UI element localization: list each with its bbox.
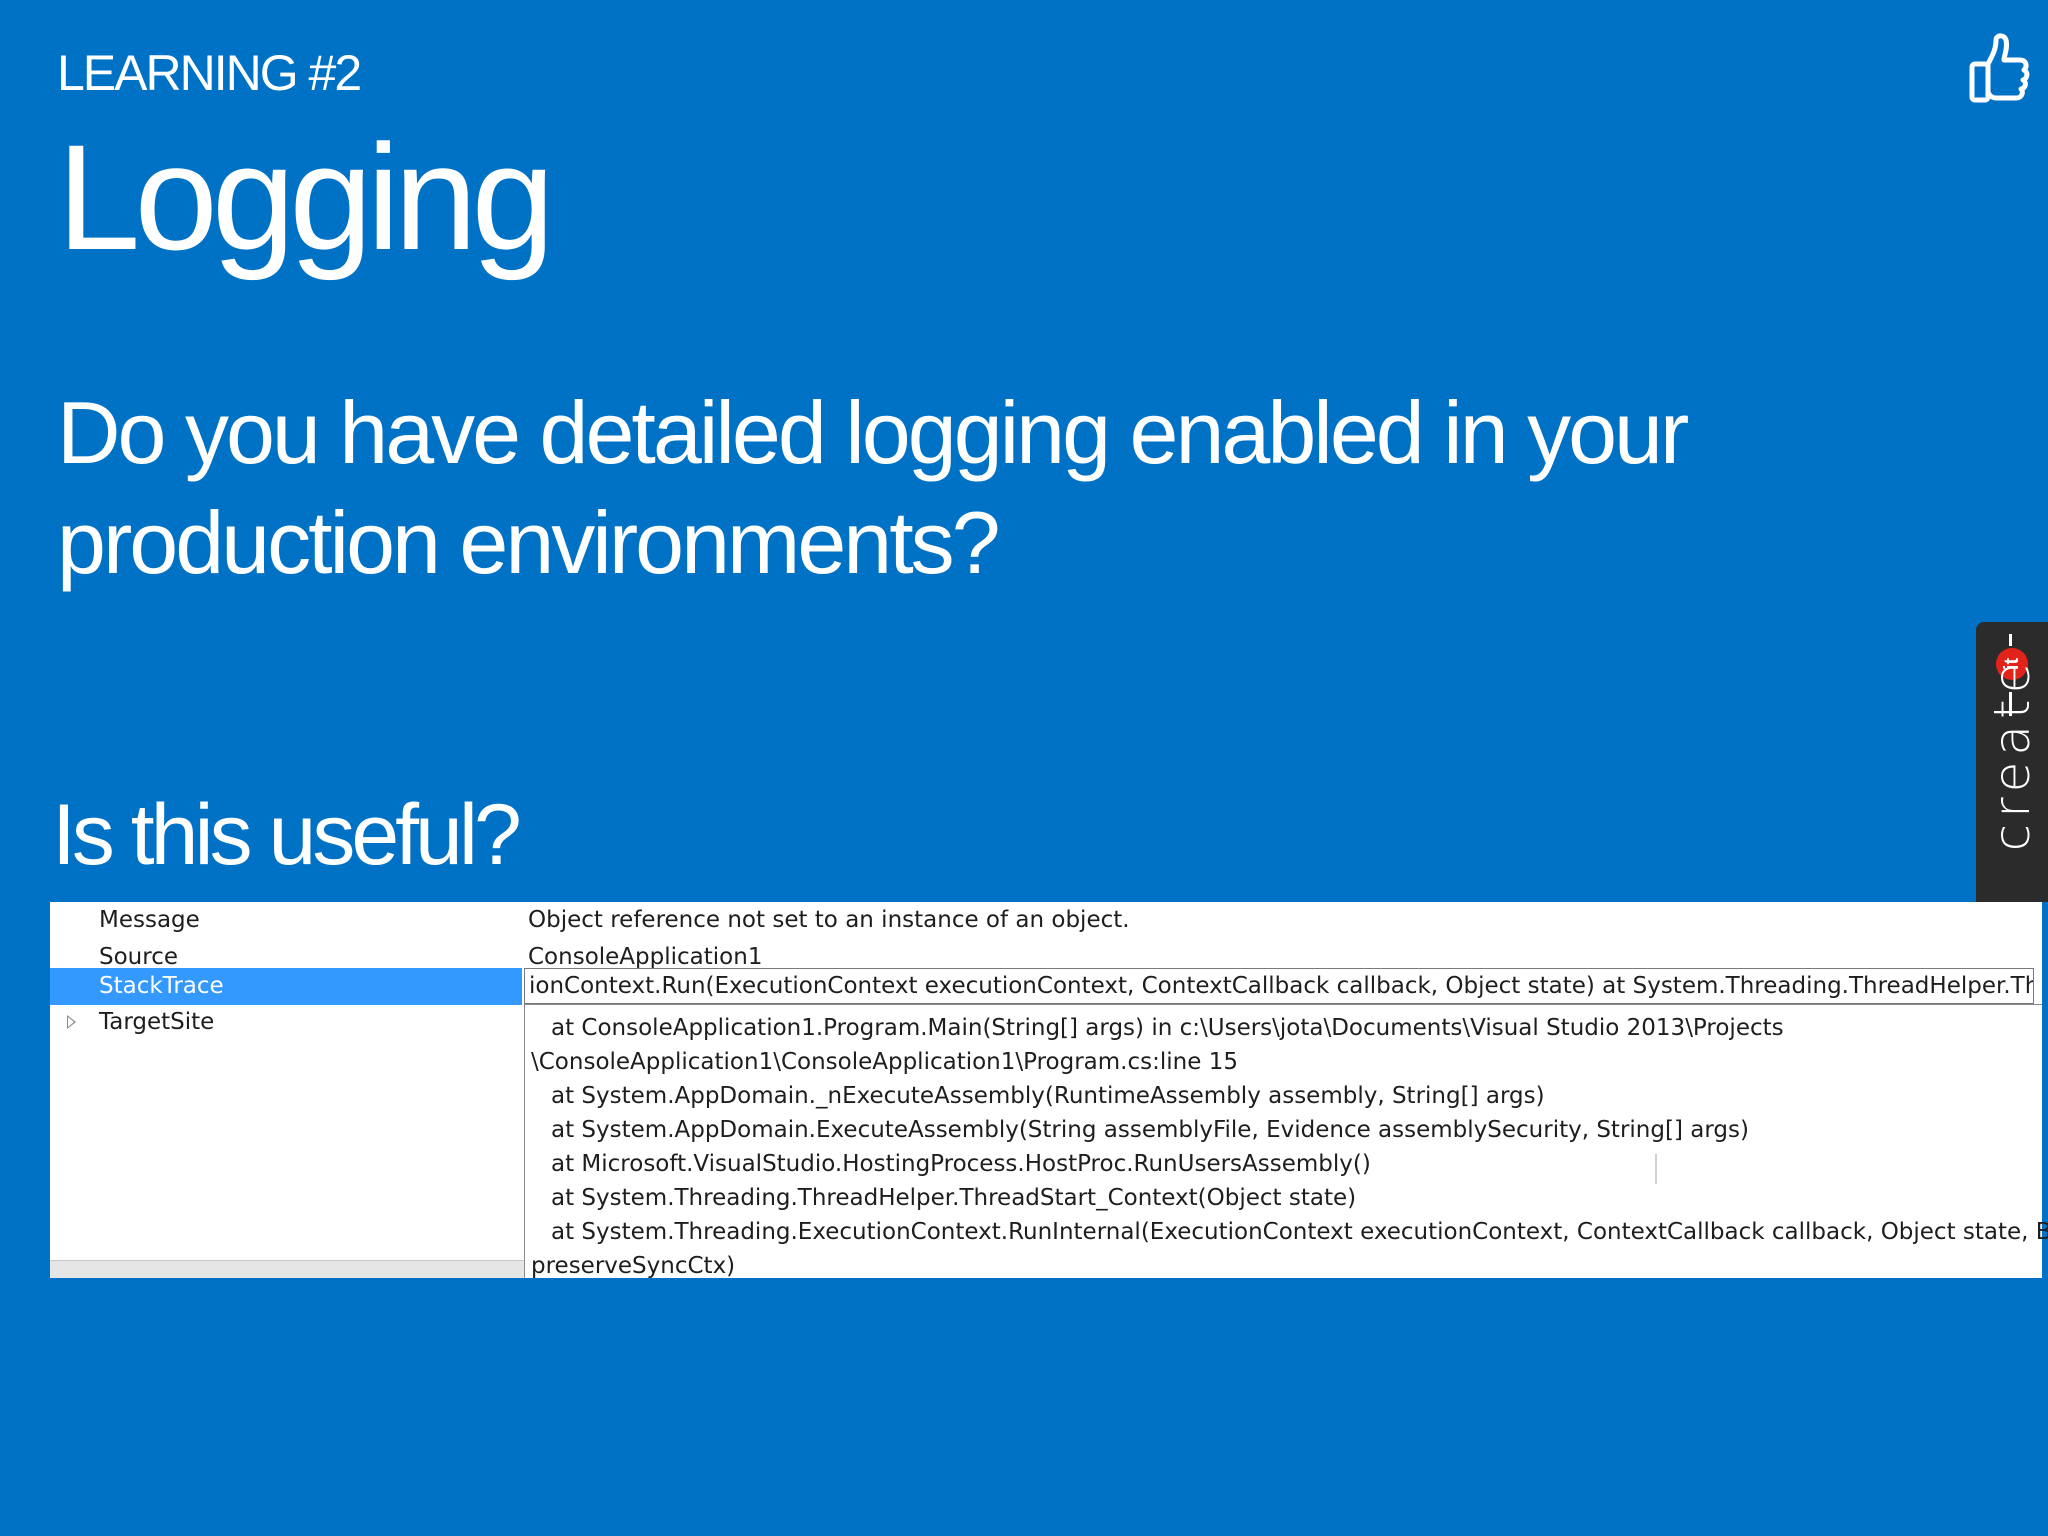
stacktrace-line: at System.Threading.ExecutionContext.Run… xyxy=(551,1219,2048,1245)
stacktrace-line: \ConsoleApplication1\ConsoleApplication1… xyxy=(531,1049,1238,1075)
stacktrace-line: at ConsoleApplication1.Program.Main(Stri… xyxy=(551,1015,1784,1041)
property-value: Object reference not set to an instance … xyxy=(528,907,1130,933)
property-grid-footer xyxy=(50,1260,524,1278)
brand-tab: it create xyxy=(1976,622,2048,902)
brand-logo: create xyxy=(1983,656,2041,852)
slide-question: Do you have detailed logging enabled in … xyxy=(57,383,1689,592)
stacktrace-line: at System.AppDomain.ExecuteAssembly(Stri… xyxy=(551,1117,1749,1143)
stacktrace-line: at System.Threading.ThreadHelper.ThreadS… xyxy=(551,1185,1357,1211)
brand-divider xyxy=(2009,634,2012,646)
property-name: Message xyxy=(99,907,200,933)
exception-property-grid: Message Object reference not set to an i… xyxy=(50,902,2048,1279)
stacktrace-popup[interactable]: at ConsoleApplication1.Program.Main(Stri… xyxy=(524,1004,2048,1279)
stacktrace-line: preserveSyncCtx) xyxy=(531,1253,736,1279)
stacktrace-line: at System.AppDomain._nExecuteAssembly(Ru… xyxy=(551,1083,1545,1109)
property-name: TargetSite xyxy=(99,1009,215,1035)
slide-title: Logging xyxy=(57,113,555,281)
stacktrace-line: at Microsoft.VisualStudio.HostingProcess… xyxy=(551,1151,1371,1177)
property-name: StackTrace xyxy=(50,968,522,1005)
slide-eyebrow: LEARNING #2 xyxy=(57,45,362,101)
property-row-stacktrace[interactable]: StackTrace ionContext.Run(ExecutionConte… xyxy=(50,968,2042,1005)
thumbs-up-icon xyxy=(1969,33,2030,103)
property-row-message[interactable]: Message Object reference not set to an i… xyxy=(50,902,2042,939)
slide-subquestion: Is this useful? xyxy=(52,787,522,883)
stacktrace-value-field[interactable]: ionContext.Run(ExecutionContext executio… xyxy=(524,968,2034,1004)
text-cursor-icon xyxy=(1655,1154,1657,1184)
